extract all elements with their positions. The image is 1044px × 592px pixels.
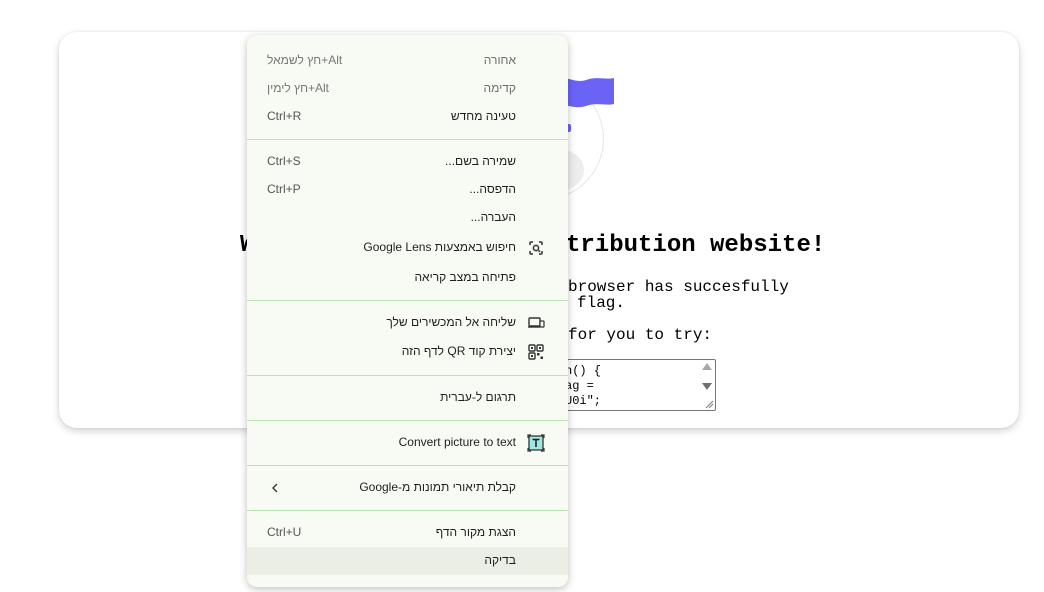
menu-item-google-lens[interactable]: חיפוש באמצעות Google Lens (247, 234, 568, 262)
qr-code-icon (528, 344, 544, 360)
menu-item-label: שמירה בשם... (445, 154, 516, 168)
menu-item-forward[interactable]: קדימה חץ לימין+Alt (247, 75, 568, 103)
menu-item-label: שליחה אל המכשירים שלך (386, 315, 516, 329)
intro-line-3: for you to try: (568, 326, 713, 344)
menu-item-label: הצגת מקור הדף (435, 525, 516, 539)
menu-item-shortcut: Ctrl+S (267, 154, 301, 168)
menu-item-label: אחורה (483, 53, 516, 67)
menu-item-label: פתיחה במצב קריאה (414, 270, 516, 284)
chevron-left-icon (272, 483, 278, 493)
code-line: n() { (565, 364, 602, 378)
text-recognition-icon (527, 434, 545, 452)
menu-item-shortcut: Ctrl+U (267, 525, 302, 539)
menu-item-back[interactable]: אחורה חץ לשמאל+Alt (247, 47, 568, 75)
menu-item-qr-code[interactable]: יצירת קוד QR לדף הזה (247, 338, 568, 366)
code-line: U0i"; (565, 394, 602, 408)
menu-separator (247, 375, 568, 376)
menu-item-shortcut: חץ לשמאל+Alt (267, 53, 343, 67)
menu-item-convert-picture-to-text[interactable]: Convert picture to text (247, 429, 568, 457)
menu-item-label: הדפסה... (469, 182, 516, 196)
menu-separator (247, 420, 568, 421)
menu-item-label: חיפוש באמצעות Google Lens (363, 240, 516, 254)
menu-item-print[interactable]: הדפסה... Ctrl+P (247, 176, 568, 204)
devices-icon (528, 317, 545, 328)
menu-item-inspect[interactable]: בדיקה (247, 547, 568, 575)
code-line: ag = (565, 379, 594, 393)
menu-item-shortcut: חץ לימין+Alt (267, 81, 330, 95)
menu-item-label: בדיקה (484, 553, 516, 567)
page: W tribution website! browser has succesf… (0, 0, 1044, 592)
scroll-up-arrow-icon[interactable] (702, 363, 712, 370)
menu-item-shortcut: Ctrl+R (267, 109, 302, 123)
context-menu: אחורה חץ לשמאל+Alt קדימה חץ לימין+Alt טע… (247, 35, 568, 587)
menu-item-label: טעינה מחדש (450, 109, 516, 123)
menu-item-save-as[interactable]: שמירה בשם... Ctrl+S (247, 148, 568, 176)
menu-item-label: העברה... (470, 210, 516, 224)
intro-line-1: browser has succesfully (568, 278, 789, 296)
resize-grip-icon[interactable] (704, 399, 714, 409)
menu-item-send-to-devices[interactable]: שליחה אל המכשירים שלך (247, 309, 568, 337)
menu-item-shortcut: Ctrl+P (267, 182, 301, 196)
menu-item-reload[interactable]: טעינה מחדש Ctrl+R (247, 103, 568, 131)
heading-end: tribution website! (566, 232, 826, 259)
menu-item-label: קדימה (483, 81, 516, 95)
scroll-down-arrow-icon[interactable] (702, 383, 712, 390)
menu-item-cast[interactable]: העברה... (247, 204, 568, 232)
menu-separator (247, 139, 568, 140)
menu-item-view-source[interactable]: הצגת מקור הדף Ctrl+U (247, 519, 568, 547)
menu-item-reading-mode[interactable]: פתיחה במצב קריאה (247, 264, 568, 292)
menu-separator (247, 465, 568, 466)
menu-item-label: Convert picture to text (398, 435, 516, 449)
menu-item-label: קבלת תיאורי תמונות מ-Google (359, 480, 516, 494)
menu-item-label: תרגום ל-עברית (440, 390, 516, 404)
menu-item-label: יצירת קוד QR לדף הזה (401, 344, 516, 358)
google-lens-icon (529, 241, 543, 255)
intro-line-2: flag. (577, 294, 626, 312)
menu-separator (247, 300, 568, 301)
menu-item-translate[interactable]: תרגום ל-עברית (247, 384, 568, 412)
menu-item-image-descriptions[interactable]: קבלת תיאורי תמונות מ-Google (247, 474, 568, 502)
menu-separator (247, 510, 568, 511)
